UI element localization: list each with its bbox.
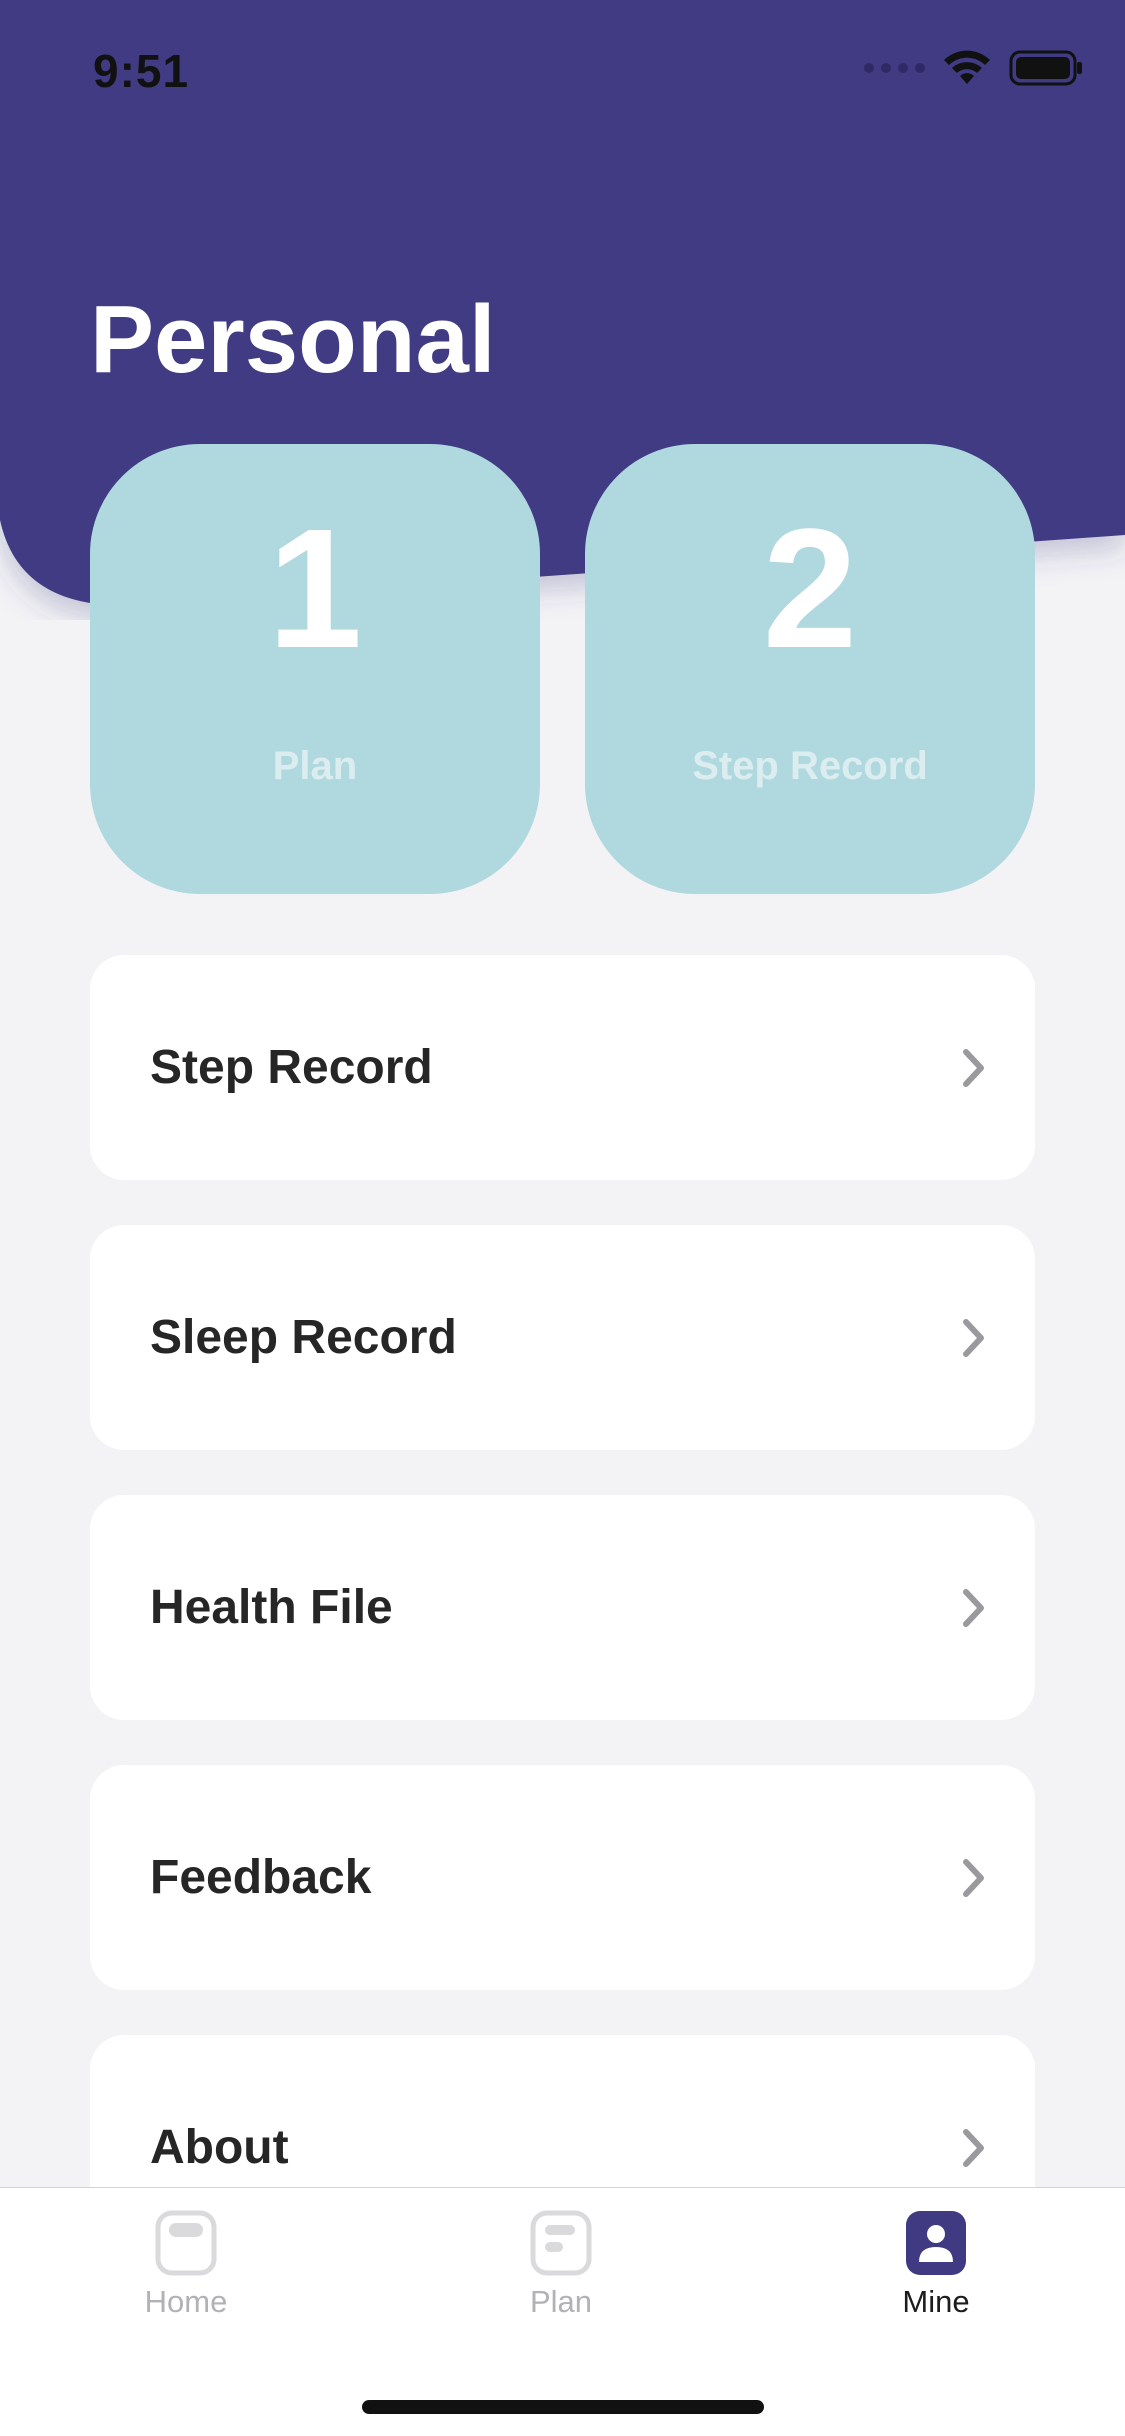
page-title: Personal: [90, 286, 496, 393]
menu-item-label: Health File: [150, 1581, 393, 1634]
menu-item-label: Sleep Record: [150, 1311, 457, 1364]
chevron-right-icon: [963, 1318, 984, 1357]
chevron-right-icon: [963, 1858, 984, 1897]
status-time: 9:51: [93, 45, 190, 97]
menu-list: Step Record Sleep Record Health File Fee…: [90, 955, 1035, 2305]
menu-item-label: Feedback: [150, 1851, 372, 1904]
menu-item-sleep-record[interactable]: Sleep Record: [90, 1225, 1035, 1450]
home-indicator[interactable]: [362, 2400, 764, 2414]
step-record-stat-card[interactable]: 2 Step Record: [585, 444, 1035, 894]
tab-home[interactable]: Home: [96, 2210, 276, 2320]
tab-mine[interactable]: Mine: [846, 2210, 1026, 2320]
tab-label: Plan: [529, 2284, 593, 2319]
tab-bar: Home Plan Mine: [0, 2187, 1125, 2436]
cellular-signal-icon: [864, 63, 925, 73]
menu-item-health-file[interactable]: Health File: [90, 1495, 1035, 1720]
status-icons: [864, 50, 1083, 86]
plan-stat-label: Plan: [272, 744, 358, 788]
tab-plan[interactable]: Plan: [471, 2210, 651, 2320]
personal-screen: 9:51 Personal 1 Plan 2 Step Record Step …: [0, 0, 1125, 2436]
tab-label: Mine: [902, 2284, 970, 2319]
wifi-icon: [944, 50, 990, 84]
chevron-right-icon: [963, 1588, 984, 1627]
chevron-right-icon: [963, 2128, 984, 2167]
tab-label: Home: [144, 2284, 228, 2319]
menu-item-feedback[interactable]: Feedback: [90, 1765, 1035, 1990]
plan-count: 1: [267, 494, 363, 684]
menu-item-label: Step Record: [150, 1041, 433, 1094]
mine-tab-icon: [906, 2211, 966, 2275]
battery-icon: [1009, 50, 1082, 86]
menu-item-step-record[interactable]: Step Record: [90, 955, 1035, 1180]
home-tab-icon: [155, 2210, 217, 2276]
chevron-right-icon: [963, 1048, 984, 1087]
step-record-count: 2: [762, 494, 858, 684]
plan-tab-icon: [530, 2210, 592, 2276]
step-record-stat-label: Step Record: [692, 744, 928, 788]
plan-stat-card[interactable]: 1 Plan: [90, 444, 540, 894]
menu-item-label: About: [150, 2121, 289, 2174]
